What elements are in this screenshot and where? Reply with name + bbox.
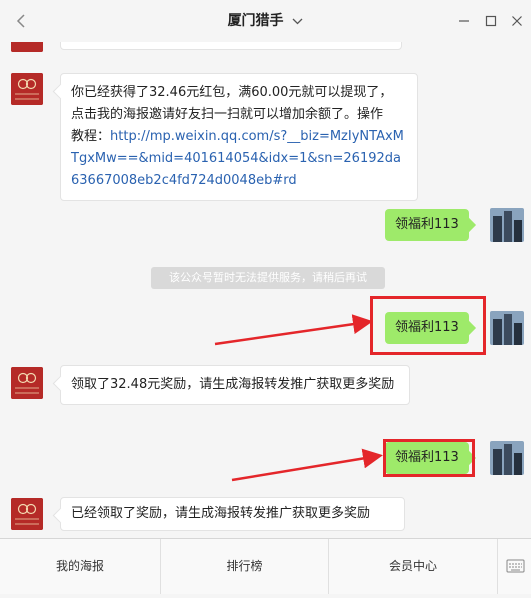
- bottom-menu: 我的海报 排行榜 会员中心: [0, 538, 531, 594]
- bot-avatar[interactable]: [11, 42, 43, 52]
- annotation-arrow: [214, 314, 373, 346]
- close-icon[interactable]: [508, 12, 526, 30]
- user-avatar[interactable]: [490, 311, 524, 345]
- keyboard-icon[interactable]: [500, 539, 531, 594]
- message-text: 点击我的海报邀请好友扫一扫就可以增加余额了。操作: [71, 107, 384, 122]
- message-text: 领取了32.48元奖励，请生成海报转发推广获取更多奖励: [71, 377, 395, 392]
- back-icon[interactable]: [12, 11, 32, 31]
- menu-item-member-center[interactable]: 会员中心: [329, 539, 498, 594]
- message-text: 教程：: [71, 129, 111, 144]
- message-text: 领福利113: [395, 217, 459, 232]
- title-bar: 厦门猎手: [0, 0, 531, 42]
- chat-area[interactable]: 你已经获得了32.46元红包，满60.00元就可以提现了， 点击我的海报邀请好友…: [0, 42, 531, 538]
- tutorial-link[interactable]: http://mp.weixin.qq.com/s?__biz=MzIyNTAx…: [71, 129, 404, 188]
- user-avatar[interactable]: [490, 441, 524, 475]
- annotation-arrow: [231, 448, 383, 482]
- chevron-down-icon: [292, 18, 303, 24]
- bot-avatar[interactable]: [11, 498, 43, 530]
- user-avatar[interactable]: [490, 208, 524, 242]
- minimize-icon[interactable]: [455, 12, 473, 30]
- bot-avatar[interactable]: [11, 367, 43, 399]
- system-notice: 该公众号暂时无法提供服务，请稍后再试: [151, 267, 385, 289]
- message-bubble-partial: [60, 42, 402, 50]
- message-text: 你已经获得了32.46元红包，满60.00元就可以提现了，: [71, 85, 393, 100]
- message-bubble-bot[interactable]: 你已经获得了32.46元红包，满60.00元就可以提现了， 点击我的海报邀请好友…: [60, 73, 418, 201]
- message-bubble-bot[interactable]: 已经领取了奖励，请生成海报转发推广获取更多奖励: [60, 497, 405, 531]
- menu-item-my-poster[interactable]: 我的海报: [0, 539, 161, 594]
- chat-title: 厦门猎手: [227, 13, 284, 29]
- menu-item-leaderboard[interactable]: 排行榜: [161, 539, 329, 594]
- maximize-icon[interactable]: [482, 12, 500, 30]
- message-bubble-bot[interactable]: 领取了32.48元奖励，请生成海报转发推广获取更多奖励: [60, 365, 410, 405]
- bot-avatar[interactable]: [11, 73, 43, 105]
- message-bubble-user[interactable]: 领福利113: [385, 209, 469, 241]
- message-text: 已经领取了奖励，请生成海报转发推广获取更多奖励: [71, 506, 371, 521]
- highlight-box: [370, 296, 486, 355]
- chat-title-dropdown[interactable]: 厦门猎手: [228, 0, 304, 42]
- highlight-box: [383, 439, 475, 477]
